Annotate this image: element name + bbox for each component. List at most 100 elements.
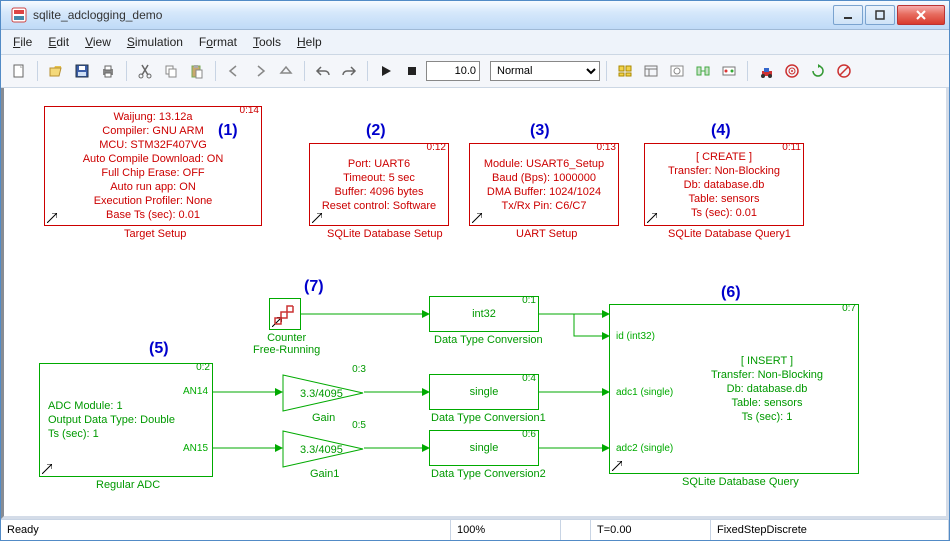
menu-simulation[interactable]: Simulation xyxy=(121,33,189,51)
caption-adc: Regular ADC xyxy=(96,479,160,491)
print-button[interactable] xyxy=(96,59,120,83)
block-uart-setup[interactable]: 0:13 Module: USART6_Setup Baud (Bps): 10… xyxy=(469,143,619,226)
status-spacer xyxy=(561,520,591,540)
minimize-button[interactable] xyxy=(833,5,863,25)
block-body: [ CREATE ] Transfer: Non-Blocking Db: da… xyxy=(645,144,803,225)
port-an14: AN14 xyxy=(183,386,208,397)
stop-time-input[interactable] xyxy=(426,61,480,81)
target-button[interactable] xyxy=(780,59,804,83)
block-dtc[interactable]: 0:1 int32 xyxy=(429,296,539,332)
caption-gain1: Gain1 xyxy=(310,468,339,480)
block-gain1[interactable]: 3.3/4095 0:5 xyxy=(282,430,364,471)
block-body: int32 xyxy=(430,297,538,331)
status-ready: Ready xyxy=(1,520,451,540)
annotation-1: (1) xyxy=(218,122,238,140)
paste-button[interactable] xyxy=(185,59,209,83)
menu-tools[interactable]: Tools xyxy=(247,33,287,51)
disable-button[interactable] xyxy=(832,59,856,83)
undo-button[interactable] xyxy=(311,59,335,83)
port-adc1: adc1 (single) xyxy=(616,387,673,398)
link-icon xyxy=(47,213,57,223)
status-solver: FixedStepDiscrete xyxy=(711,520,949,540)
block-body: Module: USART6_Setup Baud (Bps): 1000000… xyxy=(470,144,618,225)
cut-button[interactable] xyxy=(133,59,157,83)
link-icon xyxy=(42,464,52,474)
refresh-button[interactable] xyxy=(806,59,830,83)
caption-dtc: Data Type Conversion xyxy=(434,334,543,346)
block-body: Port: UART6 Timeout: 5 sec Buffer: 4096 … xyxy=(310,144,448,225)
annotation-3: (3) xyxy=(530,122,550,140)
port-adc2: adc2 (single) xyxy=(616,443,673,454)
run-button[interactable] xyxy=(374,59,398,83)
titlebar[interactable]: sqlite_adclogging_demo xyxy=(1,1,949,30)
stop-button[interactable] xyxy=(400,59,424,83)
caption-uart-setup: UART Setup xyxy=(516,228,577,240)
simulation-mode-select[interactable]: Normal xyxy=(490,61,600,81)
menu-format[interactable]: Format xyxy=(193,33,243,51)
priority-badge: 0:5 xyxy=(352,420,366,431)
block-dtc2[interactable]: 0:6 single xyxy=(429,430,539,466)
copy-button[interactable] xyxy=(159,59,183,83)
model-canvas[interactable]: 0:14 Waijung: 13.12a Compiler: GNU ARM M… xyxy=(4,88,946,516)
redo-button[interactable] xyxy=(337,59,361,83)
svg-text:3.3/4095: 3.3/4095 xyxy=(300,444,343,456)
block-body: single xyxy=(430,431,538,465)
caption-sqlite-query: SQLite Database Query xyxy=(682,476,799,488)
caption-sqlite-setup: SQLite Database Setup xyxy=(327,228,443,240)
app-icon xyxy=(11,7,27,23)
save-button[interactable] xyxy=(70,59,94,83)
block-body: ADC Module: 1 Output Data Type: Double T… xyxy=(40,364,212,476)
open-button[interactable] xyxy=(44,59,68,83)
block-gain[interactable]: 3.3/4095 0:3 xyxy=(282,374,364,415)
toolbar: Normal xyxy=(1,55,949,88)
block-sqlite-query[interactable]: 0:7 id (int32) adc1 (single) adc2 (singl… xyxy=(609,304,859,474)
block-dtc1[interactable]: 0:4 single xyxy=(429,374,539,410)
up-button[interactable] xyxy=(274,59,298,83)
link-icon xyxy=(312,213,322,223)
forward-button[interactable] xyxy=(248,59,272,83)
app-window: sqlite_adclogging_demo File Edit View Si… xyxy=(0,0,950,541)
priority-badge: 0:3 xyxy=(352,364,366,375)
port-id: id (int32) xyxy=(616,331,655,342)
caption-dtc2: Data Type Conversion2 xyxy=(431,468,546,480)
window-title: sqlite_adclogging_demo xyxy=(33,8,833,22)
back-button[interactable] xyxy=(222,59,246,83)
link-icon xyxy=(647,213,657,223)
menu-edit[interactable]: Edit xyxy=(42,33,75,51)
link-icon xyxy=(612,461,622,471)
menu-view[interactable]: View xyxy=(79,33,117,51)
svg-text:3.3/4095: 3.3/4095 xyxy=(300,388,343,400)
block-counter[interactable] xyxy=(269,298,301,330)
status-time: T=0.00 xyxy=(591,520,711,540)
close-button[interactable] xyxy=(897,5,945,25)
menubar: File Edit View Simulation Format Tools H… xyxy=(1,30,949,55)
model-explorer-button[interactable] xyxy=(639,59,663,83)
new-button[interactable] xyxy=(7,59,31,83)
annotation-2: (2) xyxy=(366,122,386,140)
caption-counter: Counter Free-Running xyxy=(253,332,320,356)
caption-gain: Gain xyxy=(312,412,335,424)
caption-target-setup: Target Setup xyxy=(124,228,186,240)
status-zoom: 100% xyxy=(451,520,561,540)
block-sqlite-setup[interactable]: 0:12 Port: UART6 Timeout: 5 sec Buffer: … xyxy=(309,143,449,226)
block-body: [ INSERT ] Transfer: Non-Blocking Db: da… xyxy=(680,305,854,473)
signal-button[interactable] xyxy=(691,59,715,83)
debug-button[interactable] xyxy=(717,59,741,83)
maximize-button[interactable] xyxy=(865,5,895,25)
block-body: single xyxy=(430,375,538,409)
annotation-5: (5) xyxy=(149,340,169,358)
menu-help[interactable]: Help xyxy=(291,33,328,51)
annotation-6: (6) xyxy=(721,284,741,302)
build-button[interactable] xyxy=(754,59,778,83)
block-sqlite-query1[interactable]: 0:11 [ CREATE ] Transfer: Non-Blocking D… xyxy=(644,143,804,226)
config-button[interactable] xyxy=(665,59,689,83)
library-browser-button[interactable] xyxy=(613,59,637,83)
block-regular-adc[interactable]: 0:2 ADC Module: 1 Output Data Type: Doub… xyxy=(39,363,213,477)
statusbar: Ready 100% T=0.00 FixedStepDiscrete xyxy=(1,519,949,540)
stair-icon xyxy=(273,302,297,326)
annotation-7: (7) xyxy=(304,278,324,296)
port-an15: AN15 xyxy=(183,443,208,454)
menu-file[interactable]: File xyxy=(7,33,38,51)
link-icon xyxy=(472,213,482,223)
annotation-4: (4) xyxy=(711,122,731,140)
